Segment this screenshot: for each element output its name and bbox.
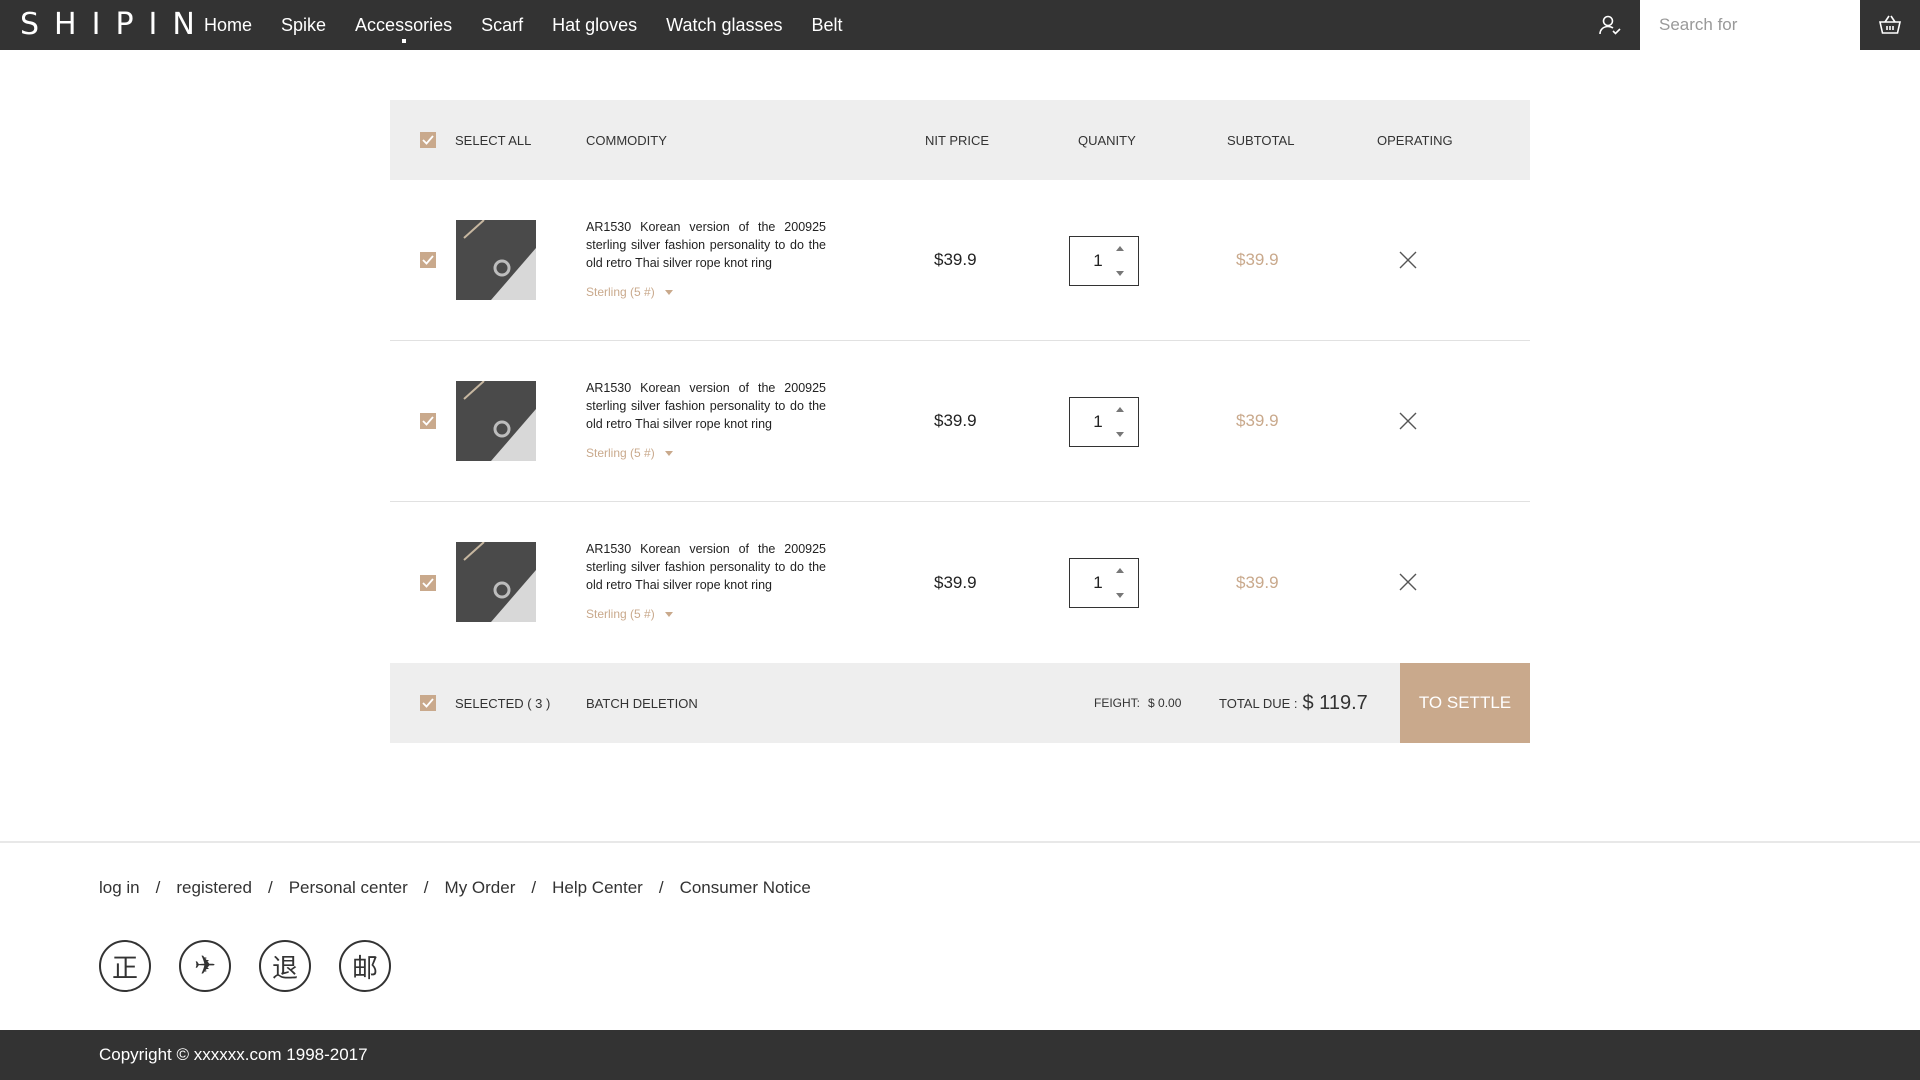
footer-link-my-order[interactable]: My Order (445, 878, 516, 898)
decrement-arrow-icon[interactable] (1116, 271, 1124, 276)
footer-separator: / (423, 878, 429, 897)
increment-arrow-icon[interactable] (1116, 568, 1124, 573)
cart-item-row: AR1530 Korean version of the 200925 ster… (390, 502, 1530, 663)
genuine-badge-icon: 正 (99, 940, 151, 992)
nav-item-accessories[interactable]: Accessories (355, 0, 452, 50)
product-thumbnail[interactable] (456, 381, 536, 461)
subtotal-header: SUBTOTAL (1227, 132, 1295, 148)
quantity-input[interactable] (1078, 410, 1118, 434)
total-due-value: $ 119.7 (1302, 691, 1368, 714)
footer-link-help-center[interactable]: Help Center (552, 878, 643, 898)
operating-header: OPERATING (1377, 132, 1453, 148)
quantity-input[interactable] (1078, 571, 1118, 595)
batch-delete-button[interactable]: BATCH DELETION (586, 663, 698, 743)
select-all-bottom-checkbox[interactable] (420, 695, 436, 711)
search-input[interactable] (1640, 0, 1860, 50)
cart-header-row: SELECT ALL COMMODITY NIT PRICE QUANITY S… (390, 100, 1530, 180)
fast-shipping-badge-icon: ✈ (179, 940, 231, 992)
spec-label: Sterling (5 #) (586, 607, 655, 621)
total-due-label: TOTAL DUE : (1219, 695, 1298, 711)
unit-price: $39.9 (934, 411, 977, 430)
product-thumbnail[interactable] (456, 542, 536, 622)
footer-separator: / (155, 878, 161, 897)
quantity-stepper[interactable] (1069, 558, 1139, 608)
returns-badge-icon: 退 (259, 940, 311, 992)
shopping-cart: SELECT ALL COMMODITY NIT PRICE QUANITY S… (390, 100, 1530, 743)
chevron-down-icon (664, 450, 673, 456)
spec-label: Sterling (5 #) (586, 285, 655, 299)
decrement-arrow-icon[interactable] (1116, 593, 1124, 598)
product-title[interactable]: AR1530 Korean version of the 200925 ster… (586, 218, 826, 272)
cart-summary-bar: SELECTED ( 3 ) BATCH DELETION FEIGHT: $ … (390, 663, 1530, 743)
top-navigation-bar: SHIPIN Home Spike Accessories Scarf Hat … (0, 0, 1920, 50)
select-all-label[interactable]: SELECT ALL (455, 100, 531, 180)
item-subtotal: $39.9 (1236, 250, 1279, 269)
chevron-down-icon (664, 289, 673, 295)
quantity-stepper[interactable] (1069, 236, 1139, 286)
copyright-text: Copyright © xxxxxx.com 1998-2017 (99, 1045, 368, 1064)
settle-button[interactable]: TO SETTLE (1400, 663, 1530, 743)
select-all-checkbox[interactable] (420, 132, 436, 148)
spec-dropdown[interactable]: Sterling (5 #) (586, 607, 673, 621)
product-title[interactable]: AR1530 Korean version of the 200925 ster… (586, 379, 826, 433)
product-thumbnail[interactable] (456, 220, 536, 300)
remove-item-icon[interactable] (1398, 411, 1418, 431)
footer-link-personal-center[interactable]: Personal center (289, 878, 408, 898)
spec-label: Sterling (5 #) (586, 446, 655, 460)
free-postage-badge-icon: 邮 (339, 940, 391, 992)
nav-item-spike[interactable]: Spike (281, 0, 326, 50)
spec-dropdown[interactable]: Sterling (5 #) (586, 285, 673, 299)
nav-item-hat-gloves[interactable]: Hat gloves (552, 0, 637, 50)
nav-item-scarf[interactable]: Scarf (481, 0, 523, 50)
footer-separator: / (267, 878, 273, 897)
commodity-header: COMMODITY (586, 132, 667, 148)
nav-item-watch-glasses[interactable]: Watch glasses (666, 0, 782, 50)
increment-arrow-icon[interactable] (1116, 407, 1124, 412)
cart-item-row: AR1530 Korean version of the 200925 ster… (390, 180, 1530, 341)
nav-item-belt[interactable]: Belt (812, 0, 843, 50)
copyright-bar: Copyright © xxxxxx.com 1998-2017 (0, 1030, 1920, 1080)
product-title[interactable]: AR1530 Korean version of the 200925 ster… (586, 540, 826, 594)
footer-link-login[interactable]: log in (99, 878, 140, 898)
footer-separator: / (658, 878, 664, 897)
spec-dropdown[interactable]: Sterling (5 #) (586, 446, 673, 460)
footer-link-consumer-notice[interactable]: Consumer Notice (680, 878, 811, 898)
unit-price-header: NIT PRICE (925, 132, 990, 148)
footer-divider (0, 841, 1920, 843)
service-badges: 正 ✈ 退 邮 (99, 940, 419, 992)
unit-price: $39.9 (934, 250, 977, 269)
nav-item-home[interactable]: Home (204, 0, 252, 50)
freight-value: $ 0.00 (1148, 696, 1182, 710)
quantity-header: QUANITY (1078, 132, 1136, 148)
remove-item-icon[interactable] (1398, 572, 1418, 592)
selected-count: SELECTED ( 3 ) (455, 695, 551, 711)
footer-link-registered[interactable]: registered (176, 878, 252, 898)
decrement-arrow-icon[interactable] (1116, 432, 1124, 437)
chevron-down-icon (664, 611, 673, 617)
increment-arrow-icon[interactable] (1116, 246, 1124, 251)
quantity-stepper[interactable] (1069, 397, 1139, 447)
item-checkbox[interactable] (420, 252, 436, 268)
unit-price: $39.9 (934, 572, 977, 592)
remove-item-icon[interactable] (1398, 250, 1418, 270)
basket-icon[interactable] (1860, 0, 1920, 50)
item-subtotal: $39.9 (1236, 572, 1279, 592)
item-checkbox[interactable] (420, 413, 436, 429)
site-logo[interactable]: SHIPIN (20, 8, 210, 42)
main-nav: Home Spike Accessories Scarf Hat gloves … (204, 0, 872, 50)
freight-label: FEIGHT: (1094, 696, 1141, 710)
quantity-input[interactable] (1078, 249, 1118, 273)
footer-links: log in / registered / Personal center / … (99, 878, 811, 898)
user-icon[interactable] (1598, 13, 1622, 37)
item-subtotal: $39.9 (1236, 411, 1279, 430)
cart-item-row: AR1530 Korean version of the 200925 ster… (390, 341, 1530, 502)
item-checkbox[interactable] (420, 574, 436, 591)
footer-separator: / (531, 878, 537, 897)
